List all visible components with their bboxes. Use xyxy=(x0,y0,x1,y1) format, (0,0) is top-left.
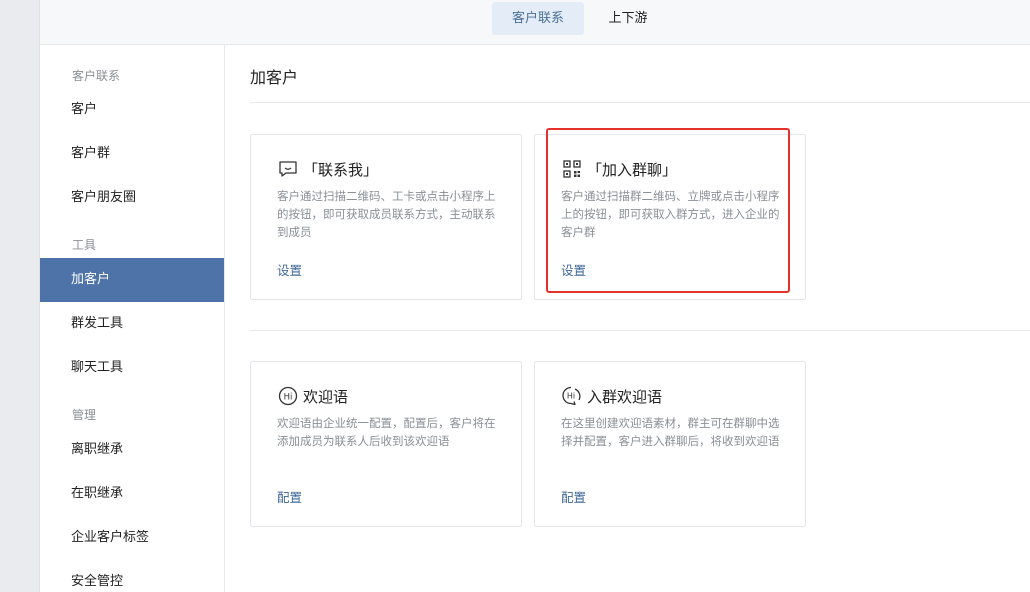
welcome-config-link[interactable]: 配置 xyxy=(277,487,302,506)
sidebar-section-contact: 客户联系 xyxy=(72,69,121,83)
card-title: 「联系我」 xyxy=(303,160,379,179)
tab-upstream-downstream[interactable]: 上下游 xyxy=(592,2,664,35)
sidebar-item-customer-group[interactable]: 客户群 xyxy=(40,132,224,176)
card-title: 「加入群聊」 xyxy=(587,160,678,179)
card-group-welcome-message: Hi 入群欢迎语 在这里创建欢迎语素材，群主可在群聊中选择并配置，客户进入群聊后… xyxy=(534,361,806,527)
sidebar: 客户联系 客户 客户群 客户朋友圈 工具 加客户 群发工具 聊天工具 管理 离职… xyxy=(40,45,225,592)
page-title: 加客户 xyxy=(250,68,299,87)
hi-circle-icon: Hi xyxy=(277,385,299,407)
sidebar-item-customer-tags[interactable]: 企业客户标签 xyxy=(40,516,224,560)
join-group-settings-link[interactable]: 设置 xyxy=(561,260,586,279)
sidebar-section-manage: 管理 xyxy=(72,408,97,422)
card-contact-me: 「联系我」 客户通过扫描二维码、工卡或点击小程序上的按钮，即可获取成员联系方式，… xyxy=(250,134,522,300)
card-description: 欢迎语由企业统一配置，配置后，客户将在添加成员为联系人后收到该欢迎语 xyxy=(277,416,496,448)
sidebar-item-customer[interactable]: 客户 xyxy=(40,88,224,132)
top-tab-bar: 客户联系 上下游 xyxy=(40,0,1030,45)
sidebar-section-tools: 工具 xyxy=(72,238,97,252)
sidebar-item-broadcast[interactable]: 群发工具 xyxy=(40,302,224,346)
main-content: 加客户 「联系我」 客户通过扫描二维码、工卡或点击小程序上的按钮，即可获取成员联… xyxy=(225,45,1030,592)
app-left-rail xyxy=(0,0,40,592)
tab-customer-contact[interactable]: 客户联系 xyxy=(492,2,584,35)
svg-text:Hi: Hi xyxy=(284,393,293,403)
card-description: 在这里创建欢迎语素材，群主可在群聊中选择并配置，客户进入群聊后，将收到欢迎语 xyxy=(561,416,780,448)
hi-bubble-icon: Hi xyxy=(561,385,583,407)
svg-text:Hi: Hi xyxy=(567,392,575,401)
card-title: 入群欢迎语 xyxy=(587,387,663,406)
title-divider xyxy=(250,102,1030,103)
sidebar-item-onjob-inherit[interactable]: 在职继承 xyxy=(40,472,224,516)
chat-bubble-icon xyxy=(277,158,299,180)
sidebar-item-chat-tools[interactable]: 聊天工具 xyxy=(40,346,224,390)
group-welcome-config-link[interactable]: 配置 xyxy=(561,487,586,506)
card-welcome-message: Hi 欢迎语 欢迎语由企业统一配置，配置后，客户将在添加成员为联系人后收到该欢迎… xyxy=(250,361,522,527)
card-join-group: 「加入群聊」 客户通过扫描群二维码、立牌或点击小程序上的按钮，即可获取入群方式，… xyxy=(534,134,806,300)
sidebar-item-resign-inherit[interactable]: 离职继承 xyxy=(40,428,224,472)
contact-me-settings-link[interactable]: 设置 xyxy=(277,260,302,279)
card-description: 客户通过扫描二维码、工卡或点击小程序上的按钮，即可获取成员联系方式，主动联系到成… xyxy=(277,189,496,239)
card-description: 客户通过扫描群二维码、立牌或点击小程序上的按钮，即可获取入群方式，进入企业的客户… xyxy=(561,189,780,239)
card-title: 欢迎语 xyxy=(303,387,349,406)
sidebar-item-add-customer[interactable]: 加客户 xyxy=(40,258,224,302)
section-divider xyxy=(250,330,1030,331)
sidebar-item-security[interactable]: 安全管控 xyxy=(40,560,224,592)
qr-code-icon xyxy=(561,158,583,180)
sidebar-item-moments[interactable]: 客户朋友圈 xyxy=(40,176,224,220)
